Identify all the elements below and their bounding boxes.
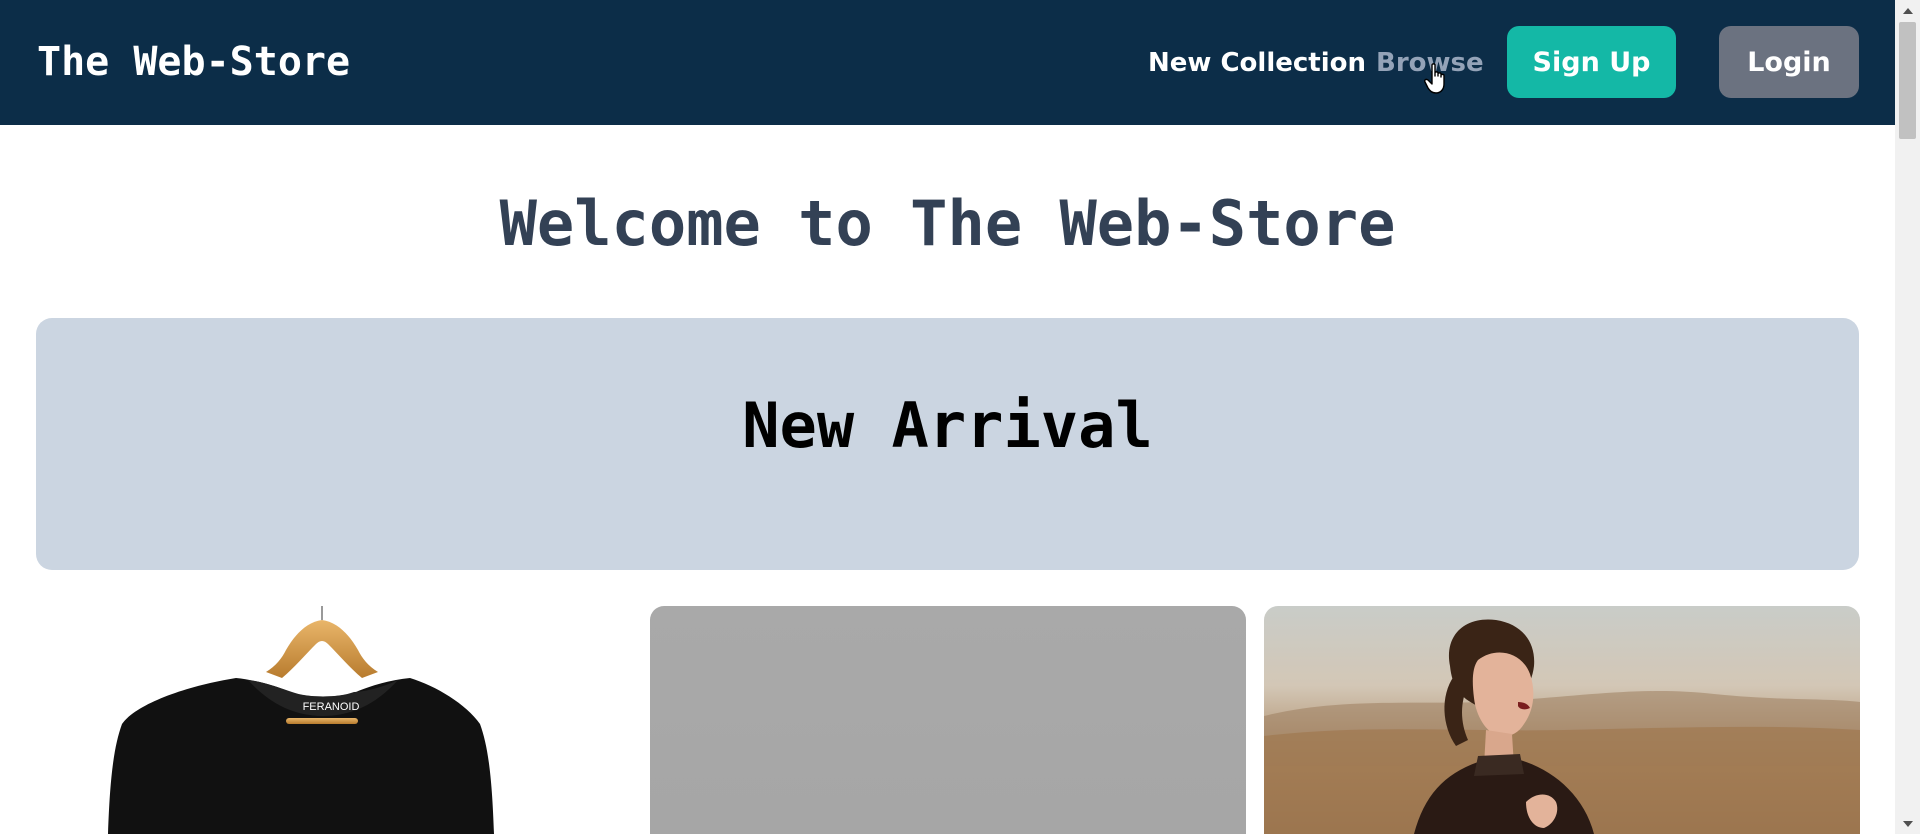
woman-portrait-image [1264, 619, 1860, 834]
product-card-model[interactable] [1264, 606, 1860, 834]
brand-logo[interactable]: The Web-Store [37, 36, 350, 88]
page-title: Welcome to The Web-Store [499, 187, 1396, 260]
product-card-tshirt[interactable]: FERANOID [36, 606, 632, 834]
banner-title: New Arrival [742, 389, 1153, 462]
product-card-placeholder[interactable] [650, 606, 1246, 834]
new-arrival-banner: New Arrival [36, 318, 1859, 570]
nav-link-new-collection[interactable]: New Collection [1148, 46, 1366, 80]
shirt-tag-text: FERANOID [303, 701, 360, 713]
top-navbar: The Web-Store New Collection Browse Sign… [0, 0, 1895, 125]
scrollbar-thumb[interactable] [1899, 22, 1916, 139]
black-tshirt-image: FERANOID [96, 606, 494, 834]
sign-up-button[interactable]: Sign Up [1507, 26, 1676, 98]
hand-cursor-icon [1424, 63, 1445, 94]
scroll-down-arrow-icon[interactable] [1903, 821, 1913, 827]
login-button[interactable]: Login [1719, 26, 1859, 98]
scroll-up-arrow-icon[interactable] [1903, 8, 1913, 14]
vertical-scrollbar[interactable] [1895, 0, 1920, 834]
